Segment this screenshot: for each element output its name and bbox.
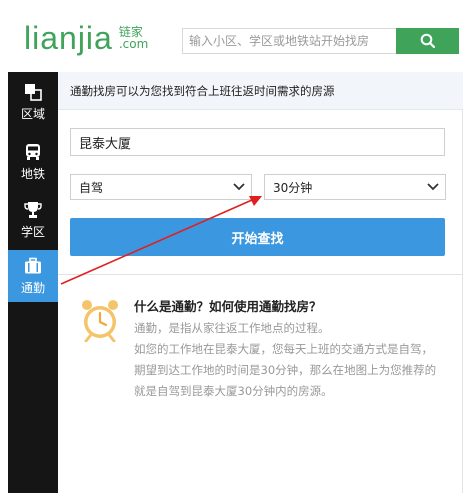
commute-time-value: 30分钟 — [273, 180, 313, 195]
sidebar-item-school[interactable]: 学区 — [8, 196, 58, 244]
sidebar-item-label: 通勤 — [20, 280, 45, 295]
commute-intro: 通勤找房可以为您找到符合上班往返时间需求的房源 — [58, 72, 463, 110]
trophy-icon — [24, 201, 42, 218]
help-title: 什么是通勤？如何使用通勤找房？ — [134, 299, 322, 314]
region-icon — [25, 83, 42, 101]
start-search-button[interactable]: 开始查找 — [70, 218, 445, 256]
site-header: lianjia 链家 .com — [0, 0, 475, 72]
sidebar-item-label: 区域 — [20, 106, 45, 121]
alarm-clock-icon — [82, 300, 118, 342]
work-address-field[interactable]: 昆泰大厦 — [70, 128, 445, 156]
divider — [58, 274, 463, 275]
commute-time-select[interactable]: 30分钟 — [264, 174, 446, 200]
help-line: 期望到达工作地的时间是30分钟，那么在地图上为您推荐的 — [134, 363, 437, 377]
search-input[interactable] — [183, 29, 396, 53]
chevron-down-icon — [427, 183, 439, 191]
work-address-value: 昆泰大厦 — [79, 136, 132, 152]
transport-mode-select[interactable]: 自驾 — [70, 174, 252, 200]
search-button[interactable] — [396, 28, 459, 54]
logo-com-text: .com — [118, 37, 149, 51]
sidebar-item-label: 地铁 — [20, 166, 45, 181]
search-icon — [420, 33, 435, 49]
help-text: 通勤，是指从家往返工作地点的过程。 如您的工作地在昆泰大厦，您每天上班的交通方式… — [134, 318, 452, 402]
help-line: 如您的工作地在昆泰大厦，您每天上班的交通方式是自驾， — [134, 342, 433, 356]
subway-icon — [26, 143, 40, 160]
search-box — [182, 28, 396, 54]
logo-sub: 链家 .com — [119, 26, 148, 50]
sidebar-item-subway[interactable]: 地铁 — [8, 138, 58, 186]
chevron-down-icon — [233, 183, 245, 191]
lianjia-logo[interactable]: lianjia 链家 .com — [24, 22, 148, 54]
commute-panel: 通勤找房可以为您找到符合上班往返时间需求的房源 昆泰大厦 自驾 30分钟 开始查… — [58, 72, 463, 493]
briefcase-icon — [25, 257, 41, 273]
sidebar-item-commute[interactable]: 通勤 — [8, 250, 58, 302]
sidebar-item-label: 学区 — [20, 224, 45, 239]
help-line: 通勤，是指从家往返工作地点的过程。 — [134, 321, 330, 335]
sidebar: 区域 地铁 学区 通勤 — [8, 72, 58, 493]
sidebar-item-region[interactable]: 区域 — [8, 78, 58, 126]
logo-wordmark: lianjia — [24, 20, 113, 56]
help-line: 就是自驾到昆泰大厦30分钟内的房源。 — [134, 384, 333, 398]
transport-mode-value: 自驾 — [79, 180, 104, 195]
